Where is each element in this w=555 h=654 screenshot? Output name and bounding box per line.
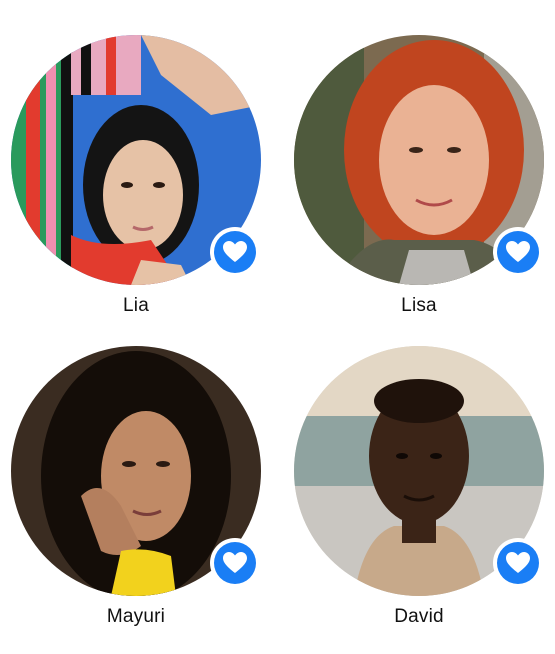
contact-name: David (394, 606, 444, 627)
heart-icon (506, 241, 530, 262)
heart-icon (223, 552, 247, 573)
favorite-badge[interactable] (493, 538, 543, 588)
favorite-badge[interactable] (210, 538, 260, 588)
heart-icon (223, 241, 247, 262)
contacts-grid: Lia Lisa Mayuri David (0, 0, 555, 654)
contact-card-lia[interactable]: Lia (6, 35, 266, 335)
contact-name: Lisa (401, 295, 437, 316)
favorite-badge[interactable] (210, 227, 260, 277)
contact-card-mayuri[interactable]: Mayuri (6, 346, 266, 646)
contact-name: Lia (123, 295, 149, 316)
contact-card-lisa[interactable]: Lisa (289, 35, 549, 335)
favorite-badge[interactable] (493, 227, 543, 277)
heart-icon (506, 552, 530, 573)
contact-card-david[interactable]: David (289, 346, 549, 646)
contact-name: Mayuri (106, 606, 166, 627)
